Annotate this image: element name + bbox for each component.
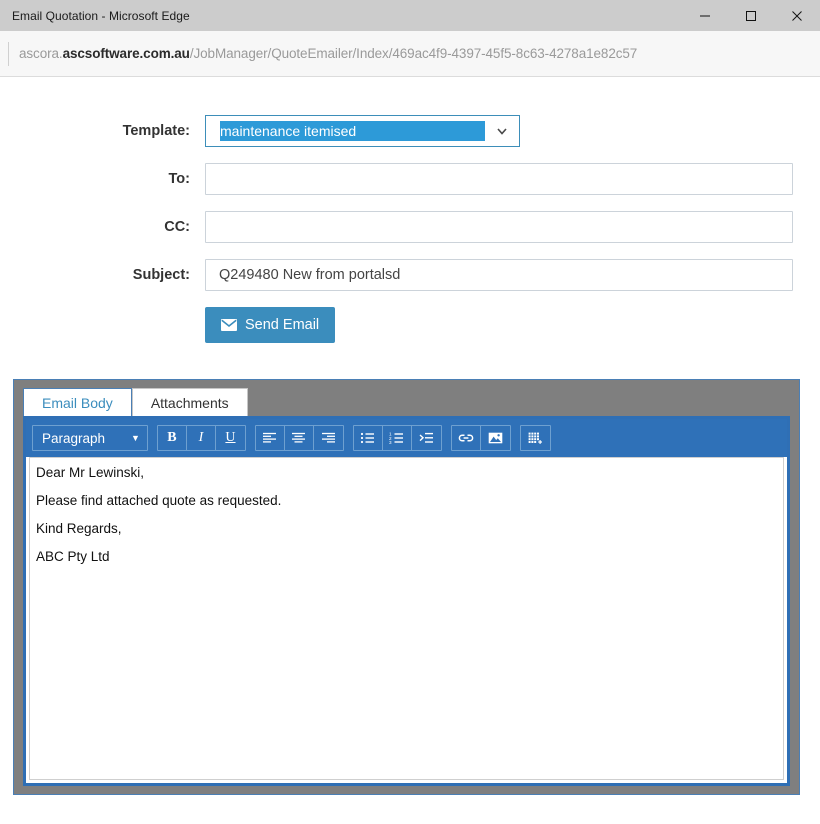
address-bar[interactable]: ascora.ascsoftware.com.au/JobManager/Quo… — [0, 31, 820, 77]
insert-table-group — [519, 425, 551, 451]
bullet-list-button[interactable] — [354, 426, 383, 450]
underline-button[interactable]: U — [216, 426, 245, 450]
email-body-panel: Email Body Attachments Paragraph ▼ B I U… — [13, 379, 800, 795]
page-content: Template: maintenance itemised To: CC: S… — [0, 77, 820, 824]
send-email-label: Send Email — [245, 317, 320, 333]
alignment-group — [254, 425, 344, 451]
svg-text:3: 3 — [389, 440, 392, 444]
paragraph-style-label: Paragraph — [42, 430, 106, 446]
template-select[interactable]: maintenance itemised — [205, 115, 520, 147]
align-right-icon — [321, 432, 336, 444]
url-host-domain: ascsoftware.com.au — [62, 46, 190, 61]
bullet-list-icon — [360, 432, 375, 444]
template-label: Template: — [122, 123, 190, 139]
subject-input[interactable] — [205, 259, 793, 291]
link-icon — [458, 432, 474, 444]
tab-email-body[interactable]: Email Body — [23, 388, 132, 416]
email-body-line: Dear Mr Lewinski, — [36, 465, 145, 480]
tab-attachments[interactable]: Attachments — [131, 388, 248, 416]
cc-input[interactable] — [205, 211, 793, 243]
tab-email-body-label: Email Body — [42, 394, 113, 411]
text-format-group: B I U — [156, 425, 246, 451]
url-text: ascora.ascsoftware.com.au/JobManager/Quo… — [19, 46, 637, 61]
url-host-prefix: ascora. — [19, 46, 63, 61]
maximize-button[interactable] — [728, 0, 774, 31]
list-group: 123 — [352, 425, 442, 451]
italic-button[interactable]: I — [187, 426, 216, 450]
paragraph-style-group: Paragraph ▼ — [32, 425, 148, 451]
align-left-button[interactable] — [256, 426, 285, 450]
form-row-send: Send Email — [0, 307, 820, 343]
maximize-icon — [745, 10, 757, 22]
insert-image-button[interactable] — [481, 426, 510, 450]
numbered-list-button[interactable]: 123 — [383, 426, 412, 450]
chevron-down-icon[interactable] — [485, 124, 519, 138]
rich-text-editor: Paragraph ▼ B I U 1 2 3 Dear Mr Lewinski… — [23, 416, 790, 786]
close-icon — [791, 10, 803, 22]
template-selected-value: maintenance itemised — [220, 121, 485, 141]
cc-label: CC: — [164, 219, 190, 235]
bold-button[interactable]: B — [158, 426, 187, 450]
minimize-icon — [699, 10, 711, 22]
editor-toolbar: Paragraph ▼ B I U 1 2 3 — [26, 419, 787, 457]
cc-field-wrap — [205, 211, 820, 243]
close-button[interactable] — [774, 0, 820, 31]
send-button-wrap: Send Email — [205, 307, 820, 343]
window-controls — [682, 0, 820, 31]
browser-window: Email Quotation - Microsoft Edge ascora.… — [0, 0, 820, 824]
insert-link-button[interactable] — [452, 426, 481, 450]
email-body-line: Please find attached quote as requested. — [36, 492, 282, 508]
align-right-button[interactable] — [314, 426, 343, 450]
align-center-icon — [291, 432, 306, 444]
align-left-icon — [262, 432, 277, 444]
form-row-template: Template: maintenance itemised — [0, 115, 820, 147]
email-body-line: ABC Pty Ltd — [36, 548, 110, 564]
email-form: Template: maintenance itemised To: CC: S… — [0, 77, 820, 343]
paragraph-style-dropdown[interactable]: Paragraph ▼ — [33, 426, 147, 450]
indent-icon — [419, 432, 434, 444]
tab-attachments-label: Attachments — [150, 394, 229, 411]
to-field-wrap — [205, 163, 820, 195]
insert-media-group — [450, 425, 511, 451]
image-icon — [488, 432, 503, 444]
form-row-cc: CC: — [0, 211, 820, 243]
address-bar-divider — [8, 41, 9, 66]
form-row-subject: Subject: — [0, 259, 820, 291]
envelope-icon — [221, 319, 237, 331]
panel-tabs: Email Body Attachments — [14, 380, 799, 416]
form-row-to: To: — [0, 163, 820, 195]
window-title: Email Quotation - Microsoft Edge — [12, 8, 190, 23]
subject-field-wrap — [205, 259, 820, 291]
insert-table-button[interactable] — [521, 426, 550, 450]
to-label: To: — [168, 171, 190, 187]
numbered-list-icon: 123 — [389, 432, 404, 444]
chevron-down-icon: ▼ — [131, 432, 140, 443]
url-path: /JobManager/QuoteEmailer/Index/469ac4f9-… — [189, 46, 638, 61]
template-field-wrap: maintenance itemised — [205, 115, 820, 147]
title-bar: Email Quotation - Microsoft Edge — [0, 0, 820, 31]
send-email-button[interactable]: Send Email — [205, 307, 336, 343]
minimize-button[interactable] — [682, 0, 728, 31]
align-center-button[interactable] — [285, 426, 314, 450]
email-body-line: Kind Regards, — [36, 520, 122, 536]
indent-button[interactable] — [412, 426, 441, 450]
subject-label: Subject: — [132, 267, 190, 283]
table-icon — [528, 432, 543, 445]
to-input[interactable] — [205, 163, 793, 195]
email-body-editable[interactable]: Dear Mr Lewinski, Please find attached q… — [29, 457, 784, 780]
